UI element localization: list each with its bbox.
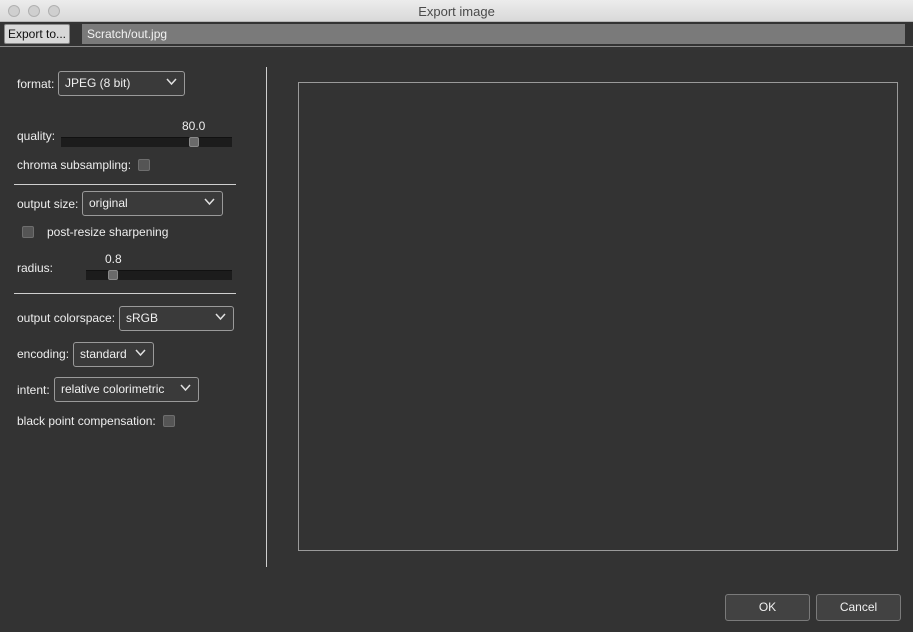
chevron-down-icon — [215, 313, 226, 321]
export-path-field[interactable]: Scratch/out.jpg — [82, 24, 905, 44]
intent-value: relative colorimetric — [61, 382, 165, 396]
chevron-down-icon — [166, 78, 177, 86]
radius-slider-handle[interactable] — [108, 270, 118, 280]
panel-divider — [266, 67, 267, 567]
intent-label: intent: — [17, 383, 50, 397]
output-size-dropdown[interactable]: original — [82, 191, 223, 216]
post-resize-sharpening-label: post-resize sharpening — [47, 225, 169, 239]
output-colorspace-value: sRGB — [126, 311, 159, 325]
format-dropdown[interactable]: JPEG (8 bit) — [58, 71, 185, 96]
encoding-dropdown[interactable]: standard — [73, 342, 154, 367]
export-to-button[interactable]: Export to... — [4, 24, 70, 44]
format-value: JPEG (8 bit) — [65, 76, 131, 90]
divider — [0, 46, 913, 47]
encoding-value: standard — [80, 347, 127, 361]
radius-value: 0.8 — [105, 252, 122, 266]
radius-label: radius: — [17, 261, 54, 275]
output-colorspace-label: output colorspace: — [17, 311, 116, 325]
black-point-compensation-label: black point compensation: — [17, 414, 156, 428]
chevron-down-icon — [204, 198, 215, 206]
preview-area — [298, 82, 898, 551]
quality-label: quality: — [17, 129, 56, 143]
export-path-bar: Export to... Scratch/out.jpg — [0, 22, 913, 46]
encoding-label: encoding: — [17, 347, 70, 361]
cancel-button[interactable]: Cancel — [816, 594, 901, 621]
quality-value: 80.0 — [182, 119, 206, 133]
output-size-value: original — [89, 196, 128, 210]
black-point-compensation-checkbox[interactable] — [163, 415, 175, 427]
chroma-subsampling-label: chroma subsampling: — [17, 158, 132, 172]
intent-dropdown[interactable]: relative colorimetric — [54, 377, 199, 402]
ok-button[interactable]: OK — [725, 594, 810, 621]
title-bar: Export image — [0, 0, 913, 22]
format-label: format: — [17, 77, 55, 91]
section-divider — [14, 293, 236, 294]
quality-slider[interactable] — [61, 137, 232, 147]
chroma-subsampling-checkbox[interactable] — [138, 159, 150, 171]
quality-slider-handle[interactable] — [189, 137, 199, 147]
section-divider — [14, 184, 236, 185]
window-title: Export image — [418, 4, 495, 19]
output-colorspace-dropdown[interactable]: sRGB — [119, 306, 234, 331]
output-size-label: output size: — [17, 197, 79, 211]
chevron-down-icon — [135, 349, 146, 357]
post-resize-sharpening-checkbox[interactable] — [22, 226, 34, 238]
chevron-down-icon — [180, 384, 191, 392]
